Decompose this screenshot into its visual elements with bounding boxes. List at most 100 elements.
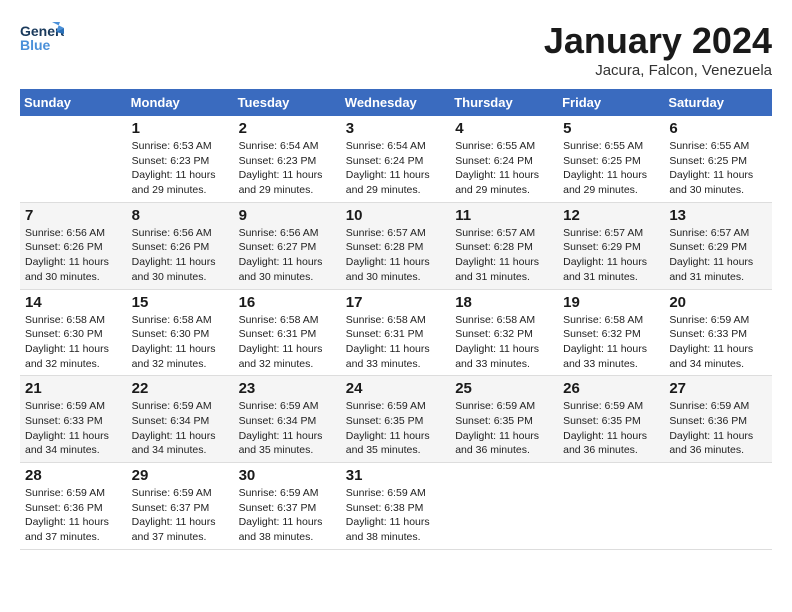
cell-info: Sunrise: 6:57 AMSunset: 6:29 PMDaylight:…: [669, 226, 767, 285]
cell-info: Sunrise: 6:59 AMSunset: 6:34 PMDaylight:…: [239, 399, 336, 458]
calendar-cell: 10 Sunrise: 6:57 AMSunset: 6:28 PMDayligh…: [341, 202, 450, 289]
day-number: 18: [455, 294, 553, 311]
cell-info: Sunrise: 6:59 AMSunset: 6:33 PMDaylight:…: [669, 313, 767, 372]
calendar-cell: 28 Sunrise: 6:59 AMSunset: 6:36 PMDayligh…: [20, 463, 127, 550]
day-number: 12: [563, 207, 659, 224]
calendar-cell: 13 Sunrise: 6:57 AMSunset: 6:29 PMDayligh…: [664, 202, 772, 289]
calendar-cell: [664, 463, 772, 550]
calendar-cell: 8 Sunrise: 6:56 AMSunset: 6:26 PMDaylight…: [127, 202, 234, 289]
calendar-cell: 6 Sunrise: 6:55 AMSunset: 6:25 PMDaylight…: [664, 116, 772, 202]
calendar-cell: 22Sunrise: 6:59 AMSunset: 6:34 PMDayligh…: [127, 376, 234, 463]
calendar-cell: 5 Sunrise: 6:55 AMSunset: 6:25 PMDaylight…: [558, 116, 664, 202]
calendar-cell: [450, 463, 558, 550]
page-header: General Blue January 2024 Jacura, Falcon…: [20, 20, 772, 79]
day-number: 15: [132, 294, 229, 311]
day-number: 14: [25, 294, 122, 311]
calendar-cell: 7Sunrise: 6:56 AMSunset: 6:26 PMDaylight…: [20, 202, 127, 289]
cell-info: Sunrise: 6:54 AMSunset: 6:23 PMDaylight:…: [239, 139, 336, 198]
header-wednesday: Wednesday: [341, 89, 450, 116]
cell-info: Sunrise: 6:57 AMSunset: 6:28 PMDaylight:…: [346, 226, 445, 285]
day-number: 16: [239, 294, 336, 311]
calendar-cell: 26Sunrise: 6:59 AMSunset: 6:35 PMDayligh…: [558, 376, 664, 463]
cell-info: Sunrise: 6:58 AMSunset: 6:31 PMDaylight:…: [239, 313, 336, 372]
day-number: 11: [455, 207, 553, 224]
calendar-cell: 19Sunrise: 6:58 AMSunset: 6:32 PMDayligh…: [558, 289, 664, 376]
cell-info: Sunrise: 6:59 AMSunset: 6:36 PMDaylight:…: [669, 399, 767, 458]
header-friday: Friday: [558, 89, 664, 116]
day-number: 6: [669, 120, 767, 137]
cell-info: Sunrise: 6:57 AMSunset: 6:29 PMDaylight:…: [563, 226, 659, 285]
calendar-cell: 14 Sunrise: 6:58 AMSunset: 6:30 PMDayligh…: [20, 289, 127, 376]
calendar-table: SundayMondayTuesdayWednesdayThursdayFrid…: [20, 89, 772, 550]
calendar-cell: 23 Sunrise: 6:59 AMSunset: 6:34 PMDayligh…: [234, 376, 341, 463]
cell-info: Sunrise: 6:59 AMSunset: 6:36 PMDaylight:…: [25, 486, 122, 545]
day-number: 8: [132, 207, 229, 224]
calendar-cell: [558, 463, 664, 550]
cell-info: Sunrise: 6:59 AMSunset: 6:35 PMDaylight:…: [346, 399, 445, 458]
header-monday: Monday: [127, 89, 234, 116]
day-number: 23: [239, 380, 336, 397]
day-number: 5: [563, 120, 659, 137]
calendar-cell: 17 Sunrise: 6:58 AMSunset: 6:31 PMDayligh…: [341, 289, 450, 376]
svg-text:Blue: Blue: [20, 37, 51, 53]
calendar-cell: 29 Sunrise: 6:59 AMSunset: 6:37 PMDayligh…: [127, 463, 234, 550]
cell-info: Sunrise: 6:59 AMSunset: 6:37 PMDaylight:…: [239, 486, 336, 545]
day-number: 9: [239, 207, 336, 224]
day-number: 22: [132, 380, 229, 397]
day-number: 20: [669, 294, 767, 311]
calendar-cell: 12 Sunrise: 6:57 AMSunset: 6:29 PMDayligh…: [558, 202, 664, 289]
day-number: 29: [132, 467, 229, 484]
cell-info: Sunrise: 6:58 AMSunset: 6:32 PMDaylight:…: [455, 313, 553, 372]
cell-info: Sunrise: 6:56 AMSunset: 6:27 PMDaylight:…: [239, 226, 336, 285]
cell-info: Sunrise: 6:58 AMSunset: 6:31 PMDaylight:…: [346, 313, 445, 372]
cell-info: Sunrise: 6:55 AMSunset: 6:24 PMDaylight:…: [455, 139, 553, 198]
logo: General Blue: [20, 20, 64, 56]
day-number: 1: [132, 120, 229, 137]
cell-info: Sunrise: 6:58 AMSunset: 6:30 PMDaylight:…: [132, 313, 229, 372]
cell-info: Sunrise: 6:56 AMSunset: 6:26 PMDaylight:…: [132, 226, 229, 285]
calendar-week-row: 28 Sunrise: 6:59 AMSunset: 6:36 PMDayligh…: [20, 463, 772, 550]
calendar-cell: 24 Sunrise: 6:59 AMSunset: 6:35 PMDayligh…: [341, 376, 450, 463]
cell-info: Sunrise: 6:58 AMSunset: 6:30 PMDaylight:…: [25, 313, 122, 372]
calendar-cell: 9 Sunrise: 6:56 AMSunset: 6:27 PMDaylight…: [234, 202, 341, 289]
header-saturday: Saturday: [664, 89, 772, 116]
cell-info: Sunrise: 6:59 AMSunset: 6:35 PMDaylight:…: [563, 399, 659, 458]
day-number: 21: [25, 380, 122, 397]
cell-info: Sunrise: 6:59 AMSunset: 6:38 PMDaylight:…: [346, 486, 445, 545]
cell-info: Sunrise: 6:55 AMSunset: 6:25 PMDaylight:…: [669, 139, 767, 198]
calendar-cell: 15 Sunrise: 6:58 AMSunset: 6:30 PMDayligh…: [127, 289, 234, 376]
calendar-header-row: SundayMondayTuesdayWednesdayThursdayFrid…: [20, 89, 772, 116]
header-tuesday: Tuesday: [234, 89, 341, 116]
calendar-cell: 21 Sunrise: 6:59 AMSunset: 6:33 PMDayligh…: [20, 376, 127, 463]
calendar-cell: 30 Sunrise: 6:59 AMSunset: 6:37 PMDayligh…: [234, 463, 341, 550]
day-number: 28: [25, 467, 122, 484]
day-number: 3: [346, 120, 445, 137]
day-number: 2: [239, 120, 336, 137]
day-number: 17: [346, 294, 445, 311]
day-number: 7: [25, 207, 122, 224]
cell-info: Sunrise: 6:59 AMSunset: 6:35 PMDaylight:…: [455, 399, 553, 458]
day-number: 25: [455, 380, 553, 397]
day-number: 13: [669, 207, 767, 224]
cell-info: Sunrise: 6:59 AMSunset: 6:33 PMDaylight:…: [25, 399, 122, 458]
cell-info: Sunrise: 6:57 AMSunset: 6:28 PMDaylight:…: [455, 226, 553, 285]
cell-info: Sunrise: 6:54 AMSunset: 6:24 PMDaylight:…: [346, 139, 445, 198]
calendar-cell: 18 Sunrise: 6:58 AMSunset: 6:32 PMDayligh…: [450, 289, 558, 376]
calendar-week-row: 14 Sunrise: 6:58 AMSunset: 6:30 PMDayligh…: [20, 289, 772, 376]
logo-icon: General Blue: [20, 20, 64, 56]
day-number: 31: [346, 467, 445, 484]
cell-info: Sunrise: 6:55 AMSunset: 6:25 PMDaylight:…: [563, 139, 659, 198]
calendar-cell: 20 Sunrise: 6:59 AMSunset: 6:33 PMDayligh…: [664, 289, 772, 376]
calendar-cell: 2 Sunrise: 6:54 AMSunset: 6:23 PMDaylight…: [234, 116, 341, 202]
day-number: 10: [346, 207, 445, 224]
calendar-week-row: 1Sunrise: 6:53 AMSunset: 6:23 PMDaylight…: [20, 116, 772, 202]
calendar-cell: 16 Sunrise: 6:58 AMSunset: 6:31 PMDayligh…: [234, 289, 341, 376]
title-block: January 2024 Jacura, Falcon, Venezuela: [544, 20, 772, 79]
day-number: 4: [455, 120, 553, 137]
day-number: 30: [239, 467, 336, 484]
day-number: 27: [669, 380, 767, 397]
cell-info: Sunrise: 6:59 AMSunset: 6:37 PMDaylight:…: [132, 486, 229, 545]
calendar-week-row: 21 Sunrise: 6:59 AMSunset: 6:33 PMDayligh…: [20, 376, 772, 463]
day-number: 24: [346, 380, 445, 397]
calendar-cell: 1Sunrise: 6:53 AMSunset: 6:23 PMDaylight…: [127, 116, 234, 202]
